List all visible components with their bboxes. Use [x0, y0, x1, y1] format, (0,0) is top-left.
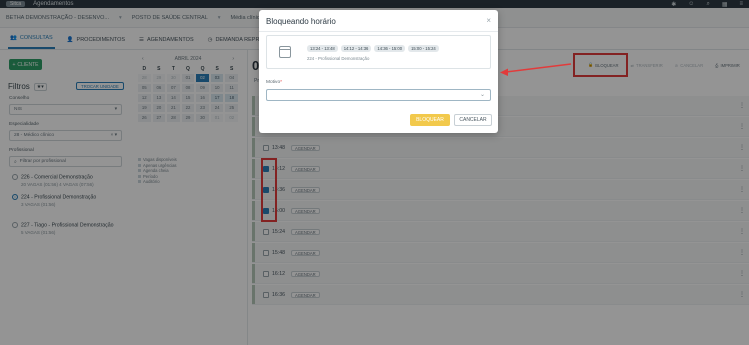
annotation-arrow — [500, 63, 572, 76]
